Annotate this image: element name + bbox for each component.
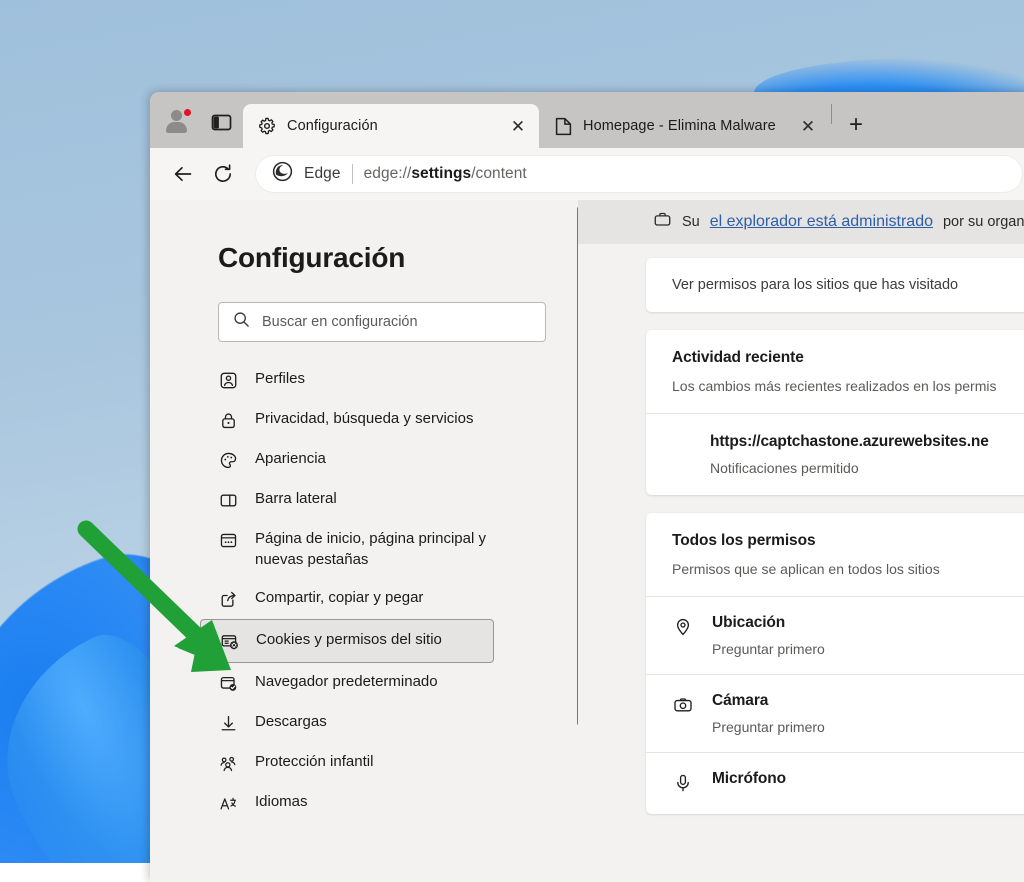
profile-button[interactable] — [155, 100, 199, 144]
omnibox-divider — [352, 164, 353, 184]
share-icon — [218, 589, 239, 610]
notification-dot-icon — [183, 108, 192, 117]
settings-nav-list: Perfiles Privacidad, búsqueda y servicio… — [150, 360, 578, 823]
microphone-icon — [672, 772, 694, 794]
search-icon — [233, 311, 250, 333]
all-permissions-card: Todos los permisos Permisos que se aplic… — [646, 513, 1024, 814]
sidebar-item-label: Privacidad, búsqueda y servicios — [255, 409, 473, 430]
sidebar-item-navegador-predeterminado[interactable]: Navegador predeterminado — [150, 663, 578, 703]
reload-icon — [212, 163, 234, 185]
collections-split-pane-button[interactable] — [199, 100, 243, 144]
home-page-icon — [218, 530, 239, 551]
sidebar-item-apariencia[interactable]: Apariencia — [150, 440, 578, 480]
selection-indicator — [201, 627, 204, 651]
sidebar-item-barra-lateral[interactable]: Barra lateral — [150, 480, 578, 520]
managed-banner-link[interactable]: el explorador está administrado — [710, 213, 933, 231]
tab-close-button[interactable]: ✕ — [795, 113, 821, 139]
camera-icon — [672, 694, 694, 716]
settings-content-pane: Su el explorador está administrado por s… — [578, 200, 1024, 882]
recent-activity-row[interactable]: https://captchastone.azurewebsites.ne No… — [646, 414, 1024, 495]
permission-name: Ubicación — [712, 614, 825, 632]
permission-state: Preguntar primero — [712, 641, 825, 657]
lock-icon — [218, 410, 239, 431]
default-browser-icon — [218, 673, 239, 694]
permission-row-microfono[interactable]: Micrófono — [646, 753, 1024, 814]
edge-browser-window: Configuración ✕ Homepage - Elimina Malwa… — [150, 92, 1024, 882]
sidebar-item-idiomas[interactable]: Idiomas — [150, 783, 578, 823]
reload-button[interactable] — [204, 155, 242, 193]
back-arrow-icon — [172, 163, 194, 185]
recent-activity-title: Actividad reciente — [672, 349, 1024, 367]
page-document-icon — [553, 116, 573, 136]
languages-icon — [218, 793, 239, 814]
sidebar-item-compartir[interactable]: Compartir, copiar y pegar — [150, 579, 578, 619]
sidebar-item-label: Protección infantil — [255, 752, 373, 773]
briefcase-icon — [653, 210, 672, 234]
navigation-toolbar: Edge edge://settings/content — [150, 148, 1024, 200]
sidebar-icon — [218, 490, 239, 511]
download-icon — [218, 713, 239, 734]
back-button[interactable] — [164, 155, 202, 193]
sidebar-item-privacidad[interactable]: Privacidad, búsqueda y servicios — [150, 400, 578, 440]
view-site-permissions-text: Ver permisos para los sitios que has vis… — [646, 258, 1024, 312]
search-input[interactable]: Buscar en configuración — [218, 302, 546, 342]
managed-banner-prefix: Su — [682, 214, 700, 230]
site-url: https://captchastone.azurewebsites.ne — [710, 433, 1024, 451]
page-title: Configuración — [150, 242, 578, 274]
profiles-icon — [218, 370, 239, 391]
url-suffix: /content — [471, 165, 527, 182]
managed-banner-suffix: por su organi — [943, 214, 1024, 230]
view-site-permissions-card[interactable]: Ver permisos para los sitios que has vis… — [646, 258, 1024, 312]
sidebar-item-label: Compartir, copiar y pegar — [255, 588, 423, 609]
site-permission-state: Notificaciones permitido — [710, 460, 1024, 476]
permission-name: Cámara — [712, 692, 825, 710]
sidebar-item-label: Página de inicio, página principal y nue… — [255, 529, 505, 570]
recent-activity-subtitle: Los cambios más recientes realizados en … — [672, 378, 1024, 394]
omnibox-brand-label: Edge — [304, 165, 341, 183]
settings-sidebar: Configuración Buscar en configuración — [150, 200, 578, 882]
sidebar-item-label: Idiomas — [255, 792, 308, 813]
sidebar-item-label: Descargas — [255, 712, 327, 733]
permission-name: Micrófono — [712, 770, 786, 788]
profile-avatar-icon — [164, 109, 190, 135]
tab-title: Homepage - Elimina Malware — [583, 118, 785, 134]
all-permissions-subtitle: Permisos que se aplican en todos los sit… — [672, 561, 1024, 577]
cookies-permissions-icon — [219, 631, 240, 652]
sidebar-item-label: Barra lateral — [255, 489, 337, 510]
sidebar-item-label: Perfiles — [255, 369, 305, 390]
tab-close-button[interactable]: ✕ — [505, 113, 531, 139]
new-tab-button[interactable]: + — [838, 107, 874, 143]
gear-icon — [257, 116, 277, 136]
permission-row-ubicacion[interactable]: Ubicación Preguntar primero — [646, 597, 1024, 674]
sidebar-item-cookies-y-permisos-del-sitio[interactable]: Cookies y permisos del sitio — [200, 619, 494, 663]
palette-icon — [218, 450, 239, 471]
sidebar-item-label: Navegador predeterminado — [255, 672, 438, 693]
tab-strip: Configuración ✕ Homepage - Elimina Malwa… — [150, 92, 1024, 148]
sidebar-item-pagina-de-inicio[interactable]: Página de inicio, página principal y nue… — [150, 520, 578, 579]
sidebar-item-label: Cookies y permisos del sitio — [256, 630, 442, 651]
url-bold: settings — [411, 165, 471, 182]
search-placeholder: Buscar en configuración — [262, 314, 418, 330]
permission-row-camara[interactable]: Cámara Preguntar primero — [646, 675, 1024, 752]
managed-browser-banner: Su el explorador está administrado por s… — [578, 200, 1024, 244]
edge-logo-icon — [272, 161, 293, 187]
tab-homepage-elimina-malware[interactable]: Homepage - Elimina Malware ✕ — [539, 104, 829, 148]
tab-title: Configuración — [287, 118, 495, 134]
settings-page: Configuración Buscar en configuración — [150, 200, 1024, 882]
sidebar-item-label: Apariencia — [255, 449, 326, 470]
tab-configuracion[interactable]: Configuración ✕ — [243, 104, 539, 148]
location-pin-icon — [672, 616, 694, 638]
all-permissions-title: Todos los permisos — [672, 532, 1024, 550]
collections-split-pane-icon — [211, 112, 232, 133]
sidebar-item-proteccion-infantil[interactable]: Protección infantil — [150, 743, 578, 783]
family-safety-icon — [218, 753, 239, 774]
sidebar-item-descargas[interactable]: Descargas — [150, 703, 578, 743]
permission-state: Preguntar primero — [712, 719, 825, 735]
sidebar-item-perfiles[interactable]: Perfiles — [150, 360, 578, 400]
tabstrip-divider — [831, 104, 832, 124]
address-bar[interactable]: Edge edge://settings/content — [256, 156, 1022, 192]
url-prefix: edge:// — [364, 165, 412, 182]
recent-activity-card: Actividad reciente Los cambios más recie… — [646, 330, 1024, 495]
omnibox-url: edge://settings/content — [364, 165, 527, 183]
